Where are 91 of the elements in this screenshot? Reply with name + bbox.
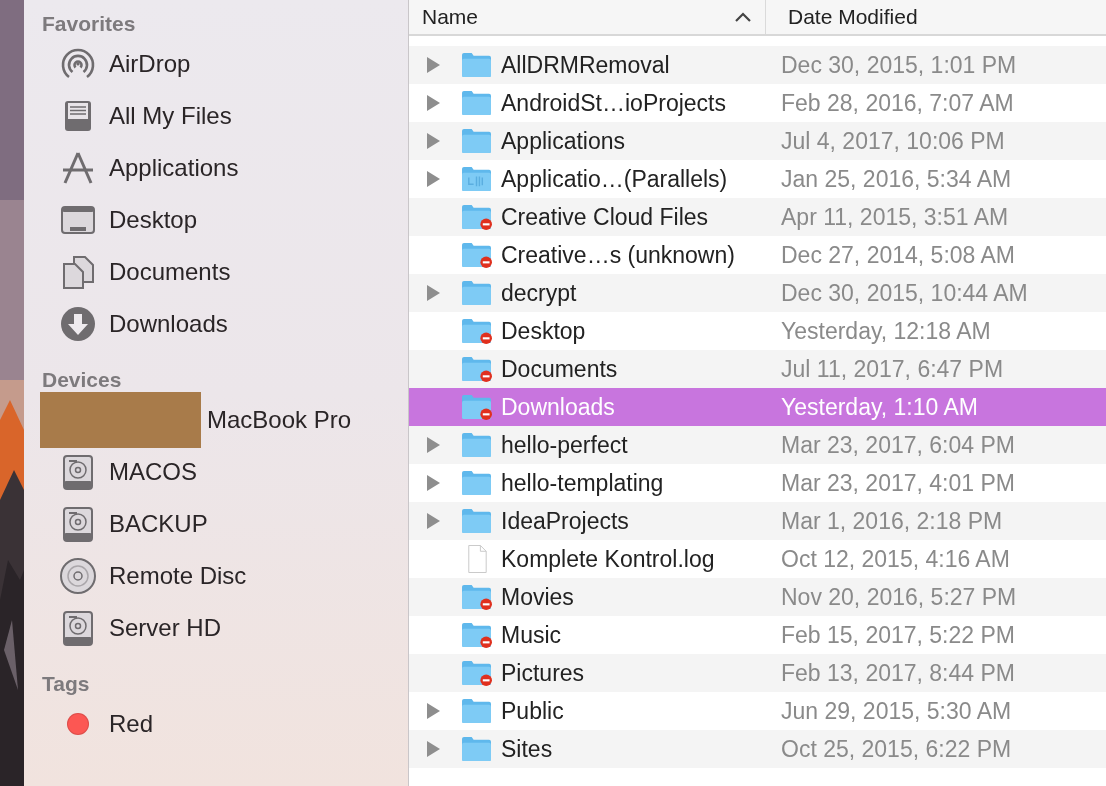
file-row[interactable]: Applicatio…(Parallels) Jan 25, 2016, 5:34 AM: [409, 160, 1106, 198]
date-modified: Dec 30, 2015, 10:44 AM: [780, 279, 1028, 307]
disclosure-triangle-icon[interactable]: [425, 56, 441, 74]
file-row[interactable]: AndroidSt…ioProjects Feb 28, 2016, 7:07 AM: [409, 84, 1106, 122]
documents-icon: [60, 254, 96, 290]
date-modified: Mar 1, 2016, 2:18 PM: [780, 507, 1003, 535]
disclosure-triangle-icon[interactable]: [425, 94, 441, 112]
date-modified: Dec 30, 2015, 1:01 PM: [780, 51, 1017, 79]
date-modified: Oct 12, 2015, 4:16 AM: [780, 545, 1010, 573]
date-modified: Jun 29, 2015, 5:30 AM: [780, 697, 1012, 725]
file-row[interactable]: AllDRMRemoval Dec 30, 2015, 1:01 PM: [409, 46, 1106, 84]
file-row[interactable]: Public Jun 29, 2015, 5:30 AM: [409, 692, 1106, 730]
hard-drive-icon: [60, 506, 96, 542]
file-name: Downloads: [501, 393, 616, 421]
sidebar-item[interactable]: BACKUP: [109, 510, 208, 538]
column-header[interactable]: Name: [422, 5, 479, 29]
date-modified: Feb 13, 2017, 8:44 PM: [780, 659, 1015, 687]
file-name: Creative Cloud Files: [501, 203, 710, 231]
file-row[interactable]: Creative…s (unknown) Dec 27, 2014, 5:08 AM: [409, 236, 1106, 274]
date-modified: Jul 4, 2017, 10:06 PM: [780, 127, 1005, 155]
hard-drive-icon: [60, 610, 96, 646]
sidebar-item[interactable]: MACOS: [109, 458, 197, 486]
download-icon: [60, 306, 96, 342]
file-row[interactable]: IdeaProjects Mar 1, 2016, 2:18 PM: [409, 502, 1106, 540]
file-name: Komplete Kontrol.log: [501, 545, 716, 573]
file-name: Sites: [501, 735, 554, 763]
file-name: Music: [501, 621, 563, 649]
file-name: Movies: [501, 583, 575, 611]
sidebar-item[interactable]: Remote Disc: [109, 562, 247, 590]
sidebar-item[interactable]: Applications: [109, 154, 239, 182]
date-modified: Feb 28, 2016, 7:07 AM: [780, 89, 1014, 117]
sidebar-item[interactable]: MacBook Pro: [207, 406, 352, 434]
file-row[interactable]: Creative Cloud Files Apr 11, 2015, 3:51 AM: [409, 198, 1106, 236]
disclosure-triangle-icon[interactable]: [425, 702, 441, 720]
file-row[interactable]: Documents Jul 11, 2017, 6:47 PM: [409, 350, 1106, 388]
file-row[interactable]: Komplete Kontrol.log Oct 12, 2015, 4:16 AM: [409, 540, 1106, 578]
date-modified: Jul 11, 2017, 6:47 PM: [780, 355, 1004, 383]
file-name: AndroidSt…ioProjects: [501, 89, 727, 117]
section-header: Favorites: [41, 11, 137, 37]
file-name: decrypt: [501, 279, 578, 307]
disclosure-triangle-icon[interactable]: [425, 740, 441, 758]
sidebar-item[interactable]: Desktop: [109, 206, 198, 234]
file-name: hello-perfect: [501, 431, 629, 459]
sidebar-item[interactable]: Downloads: [109, 310, 228, 338]
sidebar-item[interactable]: Red: [109, 710, 154, 738]
section-header: Devices: [41, 367, 123, 393]
date-modified: Mar 23, 2017, 4:01 PM: [780, 469, 1015, 497]
file-row[interactable]: hello-perfect Mar 23, 2017, 6:04 PM: [409, 426, 1106, 464]
disc-icon: [60, 558, 96, 594]
applications-icon: [60, 150, 96, 186]
disclosure-triangle-icon[interactable]: [425, 284, 441, 302]
file-row[interactable]: Music Feb 15, 2017, 5:22 PM: [409, 616, 1106, 654]
sidebar-item[interactable]: Documents: [109, 258, 231, 286]
date-modified: Yesterday, 1:10 AM: [780, 393, 978, 421]
file-row[interactable]: hello-templating Mar 23, 2017, 4:01 PM: [409, 464, 1106, 502]
file-name: Pictures: [501, 659, 586, 687]
disclosure-triangle-icon[interactable]: [425, 474, 441, 492]
date-modified: Dec 27, 2014, 5:08 AM: [780, 241, 1015, 269]
date-modified: Oct 25, 2015, 6:22 PM: [780, 735, 1012, 763]
date-modified: Yesterday, 12:18 AM: [780, 317, 991, 345]
file-row[interactable]: Pictures Feb 13, 2017, 8:44 PM: [409, 654, 1106, 692]
sidebar-item[interactable]: AirDrop: [109, 50, 191, 78]
file-name: Creative…s (unknown): [501, 241, 736, 269]
file-name: Applications: [501, 127, 627, 155]
file-name: Public: [501, 697, 565, 725]
sort-caret-icon[interactable]: [735, 12, 751, 22]
file-name: Applicatio…(Parallels): [501, 165, 729, 193]
file-name: Documents: [501, 355, 619, 383]
file-row[interactable]: Sites Oct 25, 2015, 6:22 PM: [409, 730, 1106, 768]
date-modified: Apr 11, 2015, 3:51 AM: [780, 203, 1009, 231]
disclosure-triangle-icon[interactable]: [425, 512, 441, 530]
disclosure-triangle-icon[interactable]: [425, 132, 441, 150]
file-name: hello-templating: [501, 469, 665, 497]
file-row[interactable]: Applications Jul 4, 2017, 10:06 PM: [409, 122, 1106, 160]
date-modified: Jan 25, 2016, 5:34 AM: [780, 165, 1012, 193]
file-row[interactable]: Desktop Yesterday, 12:18 AM: [409, 312, 1106, 350]
date-modified: Mar 23, 2017, 6:04 PM: [780, 431, 1015, 459]
column-header[interactable]: Date Modified: [788, 5, 918, 29]
date-modified: Nov 20, 2016, 5:27 PM: [780, 583, 1017, 611]
file-row[interactable]: Movies Nov 20, 2016, 5:27 PM: [409, 578, 1106, 616]
sidebar-item[interactable]: Server HD: [109, 614, 222, 642]
file-name: AllDRMRemoval: [501, 51, 671, 79]
file-name: IdeaProjects: [501, 507, 630, 535]
section-header: Tags: [41, 671, 91, 697]
sidebar-item[interactable]: All My Files: [109, 102, 232, 130]
disclosure-triangle-icon[interactable]: [425, 436, 441, 454]
disclosure-triangle-icon[interactable]: [425, 170, 441, 188]
file-name: Desktop: [501, 317, 587, 345]
file-row[interactable]: decrypt Dec 30, 2015, 10:44 AM: [409, 274, 1106, 312]
hard-drive-icon: [60, 454, 96, 490]
date-modified: Feb 15, 2017, 5:22 PM: [780, 621, 1015, 649]
